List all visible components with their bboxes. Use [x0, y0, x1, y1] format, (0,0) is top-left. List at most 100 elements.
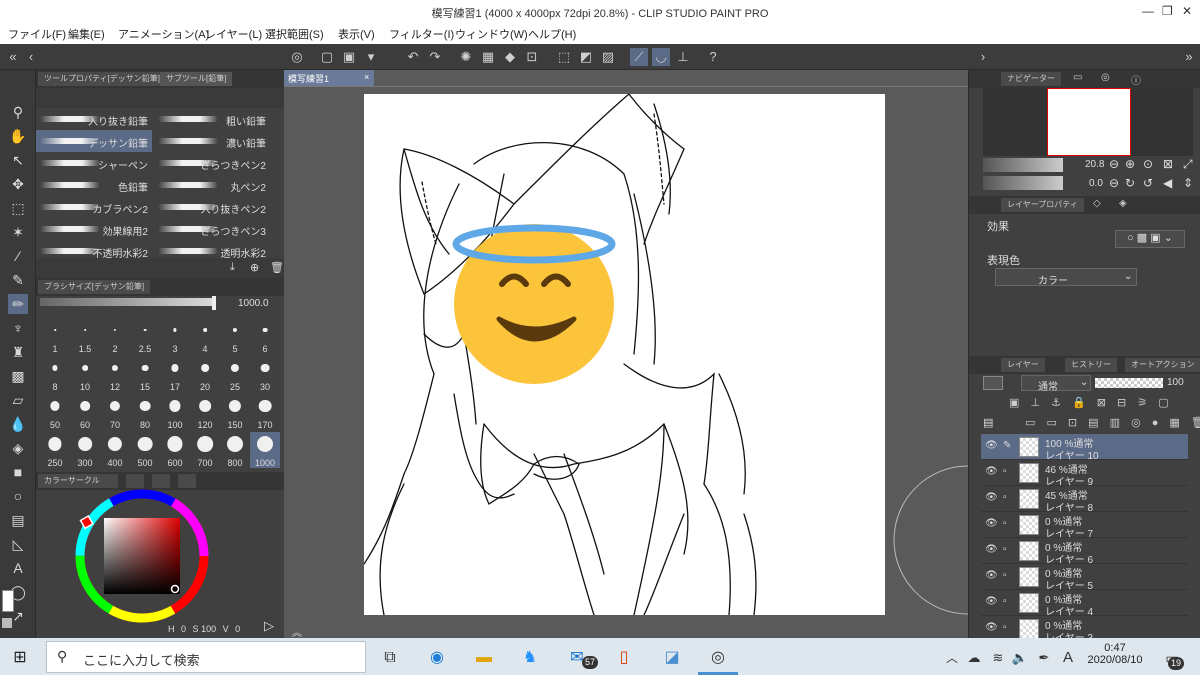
layer-lock-box[interactable]: ▫	[1003, 570, 1007, 581]
brush-size-cell[interactable]: 800	[220, 432, 250, 468]
subtool-item[interactable]: シャーペン	[36, 152, 152, 174]
tab-color-circle[interactable]: カラーサークル	[38, 474, 106, 488]
drawing-canvas[interactable]	[364, 94, 885, 615]
zoom-in-icon[interactable]: ⊕	[1125, 157, 1135, 171]
eyedropper-tool-icon[interactable]: ⁄	[8, 246, 28, 266]
brush-size-slider-handle[interactable]	[212, 296, 216, 310]
clip-studio-icon[interactable]: ◎	[288, 48, 306, 66]
brush-size-cell[interactable]: 10	[70, 356, 100, 392]
clip-studio-taskbar-icon[interactable]: ◎	[706, 646, 730, 670]
eraser-tool-icon[interactable]: ▱	[8, 390, 28, 410]
pen-icon[interactable]: ✎	[1003, 440, 1011, 451]
brush-size-cell[interactable]: 2.5	[130, 318, 160, 354]
eye-icon[interactable]: 👁	[985, 466, 998, 477]
brush-size-cell[interactable]: 12	[100, 356, 130, 392]
subtool-item[interactable]: ざらつきペン2	[154, 152, 270, 174]
fill-tool-icon[interactable]: ◈	[8, 438, 28, 458]
text-tool-icon[interactable]: A	[8, 558, 28, 578]
material-tab-icon[interactable]: ◈	[1119, 198, 1127, 209]
layer-row[interactable]: 👁 ▫ 0 %通常 レイヤー 6	[981, 538, 1188, 566]
taskbar-search-box[interactable]: ⚲ ここに入力して検索	[46, 641, 366, 673]
navigator-viewport[interactable]	[1047, 88, 1131, 156]
document-tab[interactable]: 模写練習1 ×	[284, 70, 374, 86]
hand-tool-icon[interactable]: ✋	[8, 126, 28, 146]
decoration-tool-icon[interactable]: ▩	[8, 366, 28, 386]
brush-size-cell[interactable]: 100	[160, 394, 190, 430]
frame-tool-icon[interactable]: ▤	[8, 510, 28, 530]
minimize-button[interactable]: —	[1142, 4, 1154, 18]
brush-size-slider[interactable]	[40, 298, 216, 306]
expand-right-icon[interactable]: ›	[974, 48, 992, 66]
layer-lock-box[interactable]: ▫	[1003, 622, 1007, 633]
add-subtool-icon[interactable]: ⊕	[250, 261, 259, 274]
brush-size-cell[interactable]: 20	[190, 356, 220, 392]
redo-icon[interactable]: ↷	[426, 48, 444, 66]
restore-button[interactable]: ❐	[1162, 4, 1173, 18]
blend-mode-select[interactable]: 通常 ⌄	[1021, 375, 1091, 393]
tray-overflow-icon[interactable]: ︿	[940, 646, 964, 670]
gradient-tool-icon[interactable]: ■	[8, 462, 28, 482]
menu-animation[interactable]: アニメーション(A)	[118, 26, 209, 42]
tab-layer-property[interactable]: レイヤープロパティ	[1001, 198, 1084, 212]
layer-search-tab-icon[interactable]: ◇	[1093, 198, 1101, 209]
tab-brush-size[interactable]: ブラシサイズ[デッサン鉛筆]	[38, 280, 151, 294]
layer-lock-box[interactable]: ▫	[1003, 544, 1007, 555]
open-folder-icon[interactable]: ▣	[340, 48, 358, 66]
menu-edit[interactable]: 編集(E)	[68, 26, 105, 42]
color-mode-icon[interactable]: ▷	[264, 618, 274, 634]
windows-start-icon[interactable]: ⊞	[8, 646, 32, 670]
brush-size-cell[interactable]: 700	[190, 432, 220, 468]
collapse-right-icon[interactable]: »	[1180, 48, 1198, 66]
layer-row[interactable]: 👁▫0 %通常レイヤー 3	[981, 616, 1188, 638]
save-icon[interactable]: ▾	[362, 48, 380, 66]
eye-icon[interactable]: 👁	[985, 596, 998, 607]
navigator-preview[interactable]	[983, 88, 1193, 156]
trash-icon[interactable]: 🗑	[270, 261, 284, 274]
object-list-tab-icon[interactable]: ◎	[1101, 72, 1110, 83]
subtool-item[interactable]: 粗い鉛筆	[154, 108, 270, 130]
tab-color-set[interactable]	[126, 474, 144, 488]
onedrive-icon[interactable]: ☁	[962, 646, 986, 670]
opacity-slider[interactable]	[1095, 378, 1163, 388]
blend-tool-icon[interactable]: 💧	[8, 414, 28, 434]
layer-toolbar-1[interactable]: ▣ ⊥ ⚓ 🔒 ⊠ ⊟ ⚞ ▢	[1009, 396, 1195, 412]
layer-lock-box[interactable]: ▫	[1003, 492, 1007, 503]
layer-row[interactable]: 👁 ✎ 100 %通常 レイヤー 10	[981, 434, 1188, 462]
eye-icon[interactable]: 👁	[985, 570, 998, 581]
tab-history[interactable]: ヒストリー	[1065, 358, 1117, 372]
menu-filter[interactable]: フィルター(I)	[389, 26, 454, 42]
download-icon[interactable]: ⤓	[230, 261, 235, 274]
brush-size-cell[interactable]: 400	[100, 432, 130, 468]
collapse-left-icon[interactable]: «	[4, 48, 22, 66]
figure-tool-icon[interactable]: ○	[8, 486, 28, 506]
pencil-tool-icon[interactable]: ✏	[8, 294, 28, 314]
menu-selection[interactable]: 選択範囲(S)	[265, 26, 324, 42]
undo-icon[interactable]: ↶	[404, 48, 422, 66]
brush-size-cell[interactable]: 25	[220, 356, 250, 392]
brush-size-cell[interactable]: 5	[220, 318, 250, 354]
grid-snap-icon[interactable]: ⊥	[674, 48, 692, 66]
zoom-out-icon[interactable]: ⊖	[1109, 157, 1119, 171]
menu-view[interactable]: 表示(V)	[338, 26, 375, 42]
selection-border-icon[interactable]: ▨	[599, 48, 617, 66]
flip-vertical-icon[interactable]: ⇕	[1183, 176, 1193, 190]
rotate-left-icon[interactable]: ⊖	[1109, 176, 1119, 190]
menu-help[interactable]: ヘルプ(H)	[528, 26, 576, 42]
flip-horizontal-icon[interactable]: ◀	[1163, 176, 1172, 190]
layer-row[interactable]: 👁 ▫ 46 %通常 レイヤー 9	[981, 460, 1188, 488]
brush-size-cell[interactable]: 6	[250, 318, 280, 354]
subtool-item[interactable]: 色鉛筆	[36, 174, 152, 196]
subtool-item[interactable]: デッサン鉛筆	[36, 130, 152, 152]
fit-navigator-icon[interactable]: ⊠	[1163, 157, 1173, 171]
layer-row[interactable]: 👁 ▫ 45 %通常 レイヤー 8	[981, 486, 1188, 514]
brush-size-cell[interactable]: 30	[250, 356, 280, 392]
menu-layer[interactable]: レイヤー(L)	[205, 26, 262, 42]
chevron-left-icon[interactable]: ‹	[22, 48, 40, 66]
brush-size-cell[interactable]: 60	[70, 394, 100, 430]
main-color-swatch[interactable]	[2, 590, 14, 612]
invert-selection-icon[interactable]: ◩	[577, 48, 595, 66]
subtool-item[interactable]: 入り抜きペン2	[154, 196, 270, 218]
brush-size-value[interactable]: 1000.0	[238, 298, 269, 309]
subtool-item[interactable]: ざらつきペン3	[154, 218, 270, 240]
zoom-slider[interactable]	[983, 158, 1063, 172]
